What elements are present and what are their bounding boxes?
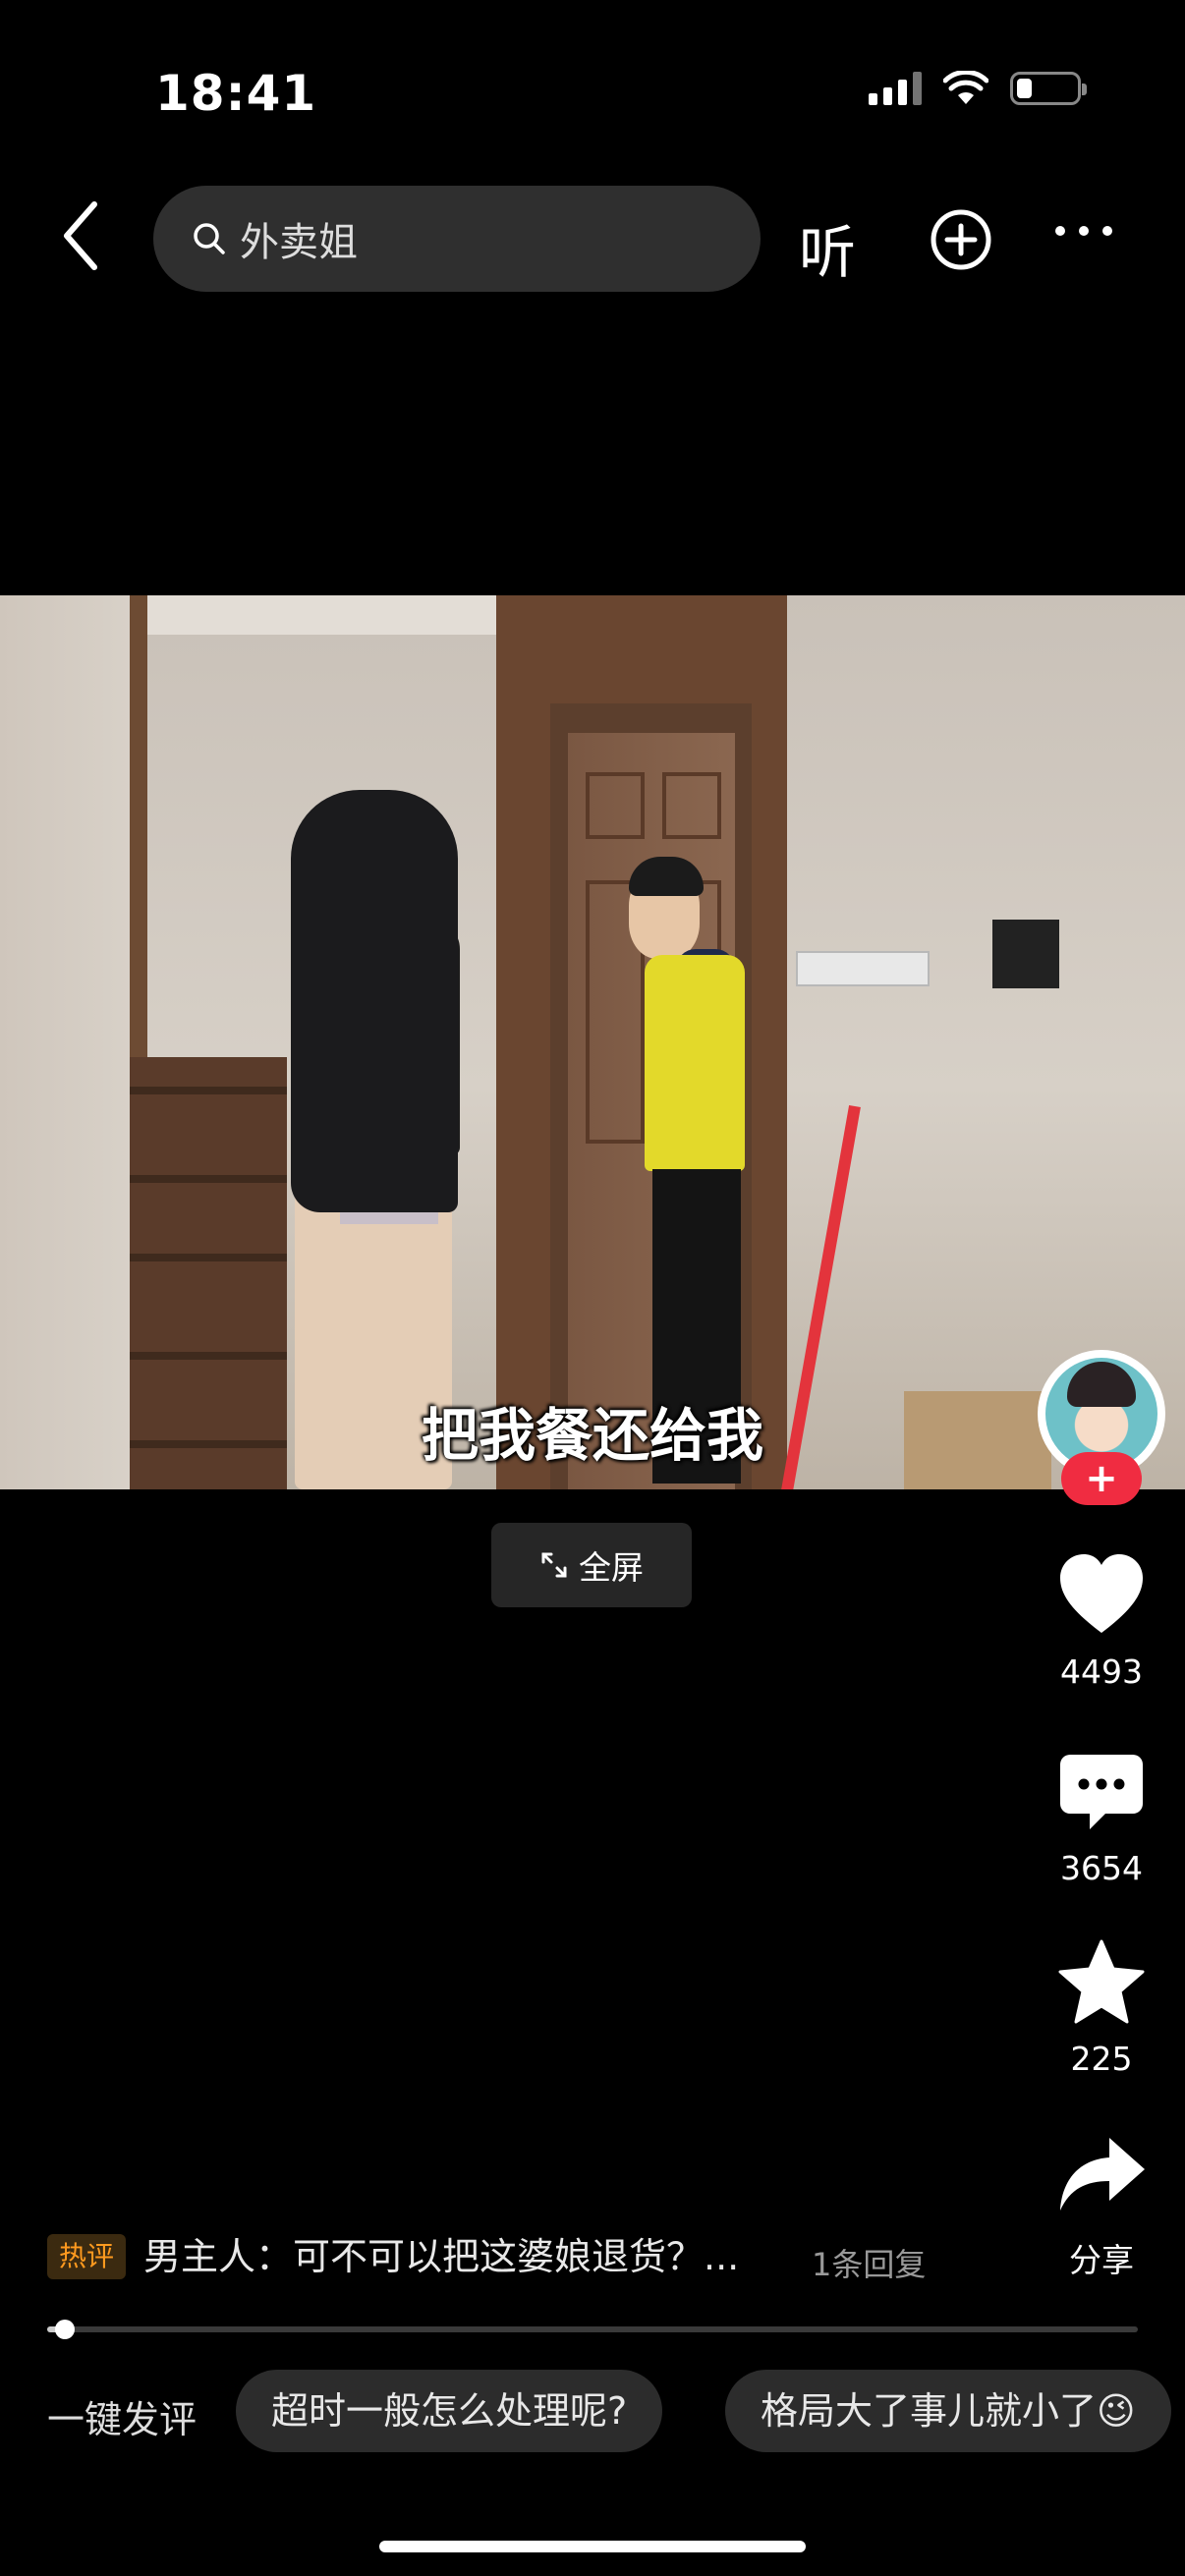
more-options-icon[interactable] [1055,226,1112,236]
reply-count[interactable]: 1条回复 [812,2240,926,2285]
like-count: 4493 [1060,1652,1143,1691]
comment-button[interactable]: 3654 [1038,1747,1165,1887]
video-player[interactable]: 把我餐还给我 [0,595,1185,1489]
quick-comment-chip[interactable]: 超时一般怎么处理呢? [236,2370,663,2452]
listen-button[interactable]: 听 [799,206,856,289]
quick-comment-chip[interactable]: 格局大了事儿就小了😉 [725,2370,1171,2452]
progress-knob[interactable] [54,2320,75,2339]
home-indicator[interactable] [379,2541,806,2552]
video-scene-wall [0,595,132,1489]
battery-level [1017,79,1032,98]
expand-icon [541,1552,567,1578]
like-button[interactable]: 4493 [1038,1550,1165,1691]
status-icons [869,71,1087,106]
comment-count: 3654 [1060,1849,1143,1887]
collect-count: 225 [1070,2040,1133,2078]
share-label: 分享 [1069,2241,1134,2279]
wifi-icon [943,71,988,104]
back-button[interactable] [51,196,110,275]
heart-icon [1060,1554,1143,1633]
hot-comment-text[interactable]: 男主人：可不可以把这婆娘退货？... [143,2226,739,2280]
share-arrow-icon [1060,2138,1145,2211]
status-time: 18:41 [155,65,317,122]
star-icon [1058,1939,1145,2024]
search-input[interactable]: 外卖姐 [153,186,761,292]
cellular-signal-icon [869,72,922,105]
share-button[interactable]: 分享 [1038,2132,1165,2281]
comment-icon [1060,1755,1143,1829]
add-icon[interactable] [930,208,992,271]
search-icon [194,223,225,254]
quick-comment-label: 一键发评 [47,2398,198,2441]
fullscreen-button[interactable]: 全屏 [491,1523,692,1607]
video-progress-bar[interactable] [47,2320,1138,2339]
hot-comment-tag: 热评 [47,2234,127,2279]
fullscreen-label: 全屏 [579,1548,644,1587]
battery-icon [1010,72,1087,105]
video-subtitle: 把我餐还给我 [421,1402,763,1469]
follow-button[interactable]: + [1061,1452,1142,1505]
search-query-text: 外卖姐 [240,220,358,265]
collect-button[interactable]: 225 [1038,1937,1165,2078]
